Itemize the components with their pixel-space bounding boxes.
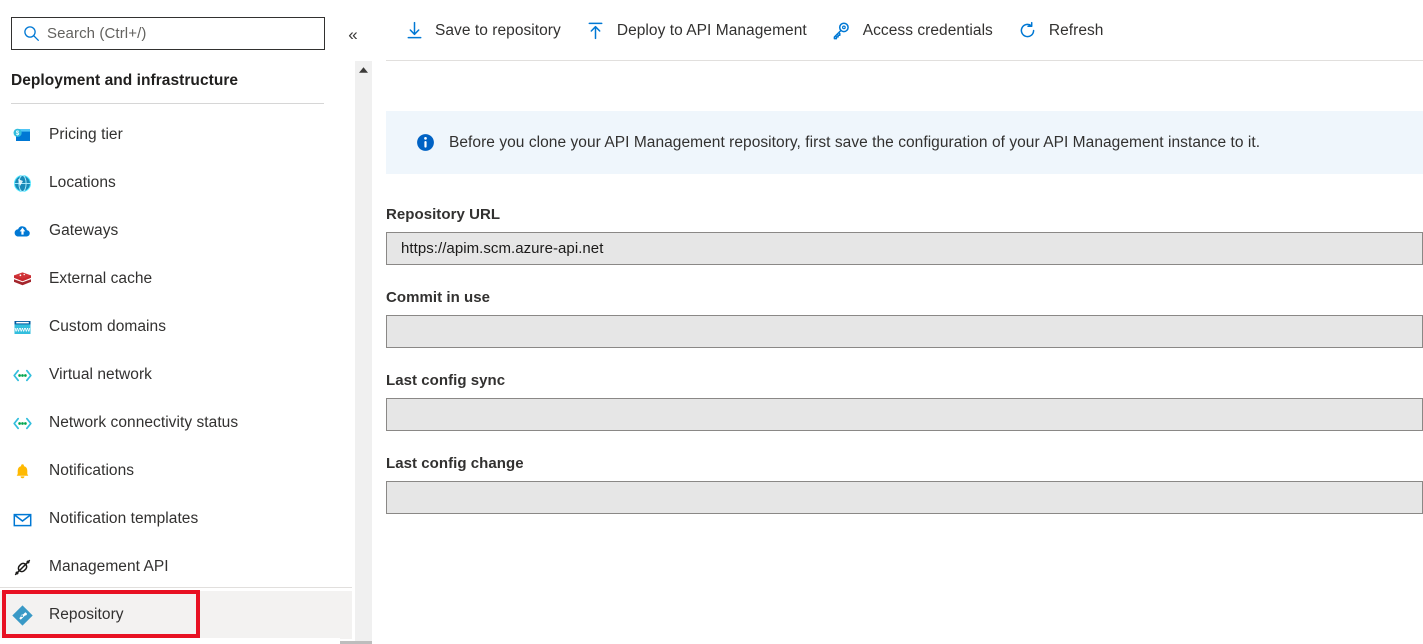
info-banner-text: Before you clone your API Management rep…: [449, 134, 1260, 152]
page-title: Deployment and infrastructure: [11, 72, 323, 90]
refresh-icon: [1017, 20, 1039, 42]
sidebar-item-management-api[interactable]: Management API: [0, 543, 352, 591]
sidebar-item-label: Custom domains: [49, 318, 166, 336]
repository-blade-content: Save to repository Deploy to API Managem…: [378, 0, 1423, 644]
toolbar-button-label: Deploy to API Management: [617, 22, 807, 40]
locations-globe-icon: [11, 172, 33, 194]
sidebar-item-label: Locations: [49, 174, 116, 192]
sidebar-item-virtual-network[interactable]: Virtual network: [0, 351, 352, 399]
info-banner: Before you clone your API Management rep…: [386, 111, 1423, 174]
pricing-tier-icon: $: [11, 124, 33, 146]
svg-text:www: www: [13, 326, 30, 333]
sidebar-scrollbar[interactable]: [355, 61, 372, 644]
sidebar-bottom-spacer: [0, 638, 340, 644]
download-arrow-icon: [403, 20, 425, 42]
custom-domains-www-icon: www: [11, 316, 33, 338]
search-input[interactable]: Search (Ctrl+/): [11, 17, 325, 50]
collapse-menu-button[interactable]: «: [341, 22, 365, 46]
notification-templates-mail-icon: [11, 508, 33, 530]
toolbar-button-label: Refresh: [1049, 22, 1104, 40]
save-to-repository-button[interactable]: Save to repository: [394, 11, 570, 51]
sidebar-item-custom-domains[interactable]: www Custom domains: [0, 303, 352, 351]
gateways-cloud-icon: [11, 220, 33, 242]
sidebar-item-notification-templates[interactable]: Notification templates: [0, 495, 352, 543]
virtual-network-icon: [11, 364, 33, 386]
field-last-config-sync: Last config sync: [386, 372, 1423, 431]
sidebar-item-label: Notifications: [49, 462, 134, 480]
sidebar-bottom-divider: [0, 587, 352, 588]
notifications-bell-icon: [11, 460, 33, 482]
deploy-to-api-management-button[interactable]: Deploy to API Management: [576, 11, 816, 51]
toolbar-button-label: Save to repository: [435, 22, 561, 40]
commit-in-use-input[interactable]: [386, 315, 1423, 348]
field-last-config-change: Last config change: [386, 455, 1423, 514]
access-credentials-button[interactable]: Access credentials: [822, 11, 1002, 51]
last-config-sync-input[interactable]: [386, 398, 1423, 431]
info-circle-icon: [414, 132, 436, 154]
sidebar-search-row: Search (Ctrl+/) «: [0, 0, 378, 60]
sidebar-item-repository[interactable]: Repository: [0, 591, 352, 639]
field-label: Repository URL: [386, 206, 1423, 223]
sidebar-item-gateways[interactable]: Gateways: [0, 207, 352, 255]
field-repository-url: Repository URL https://apim.scm.azure-ap…: [386, 206, 1423, 265]
field-label: Last config sync: [386, 372, 1423, 389]
sidebar-item-external-cache[interactable]: External cache: [0, 255, 352, 303]
azure-portal-page: Search (Ctrl+/) « Deployment and infrast…: [0, 0, 1423, 644]
scroll-up-arrow-icon[interactable]: [355, 61, 372, 78]
key-icon: [831, 20, 853, 42]
repository-git-icon: [11, 604, 33, 626]
toolbar-divider: [386, 60, 1423, 61]
sidebar-item-label: External cache: [49, 270, 152, 288]
sidebar-item-label: Management API: [49, 558, 169, 576]
sidebar-item-network-connectivity-status[interactable]: Network connectivity status: [0, 399, 352, 447]
command-toolbar: Save to repository Deploy to API Managem…: [378, 0, 1423, 61]
toolbar-button-label: Access credentials: [863, 22, 993, 40]
management-api-plug-icon: [11, 556, 33, 578]
repository-url-input[interactable]: https://apim.scm.azure-api.net: [386, 232, 1423, 265]
sidebar-item-pricing-tier[interactable]: $ Pricing tier: [0, 111, 352, 159]
sidebar-item-label: Network connectivity status: [49, 414, 238, 432]
search-placeholder-text: Search (Ctrl+/): [47, 25, 146, 42]
refresh-button[interactable]: Refresh: [1008, 11, 1113, 51]
upload-arrow-icon: [585, 20, 607, 42]
sidebar-nav-list: $ Pricing tier Locations: [0, 111, 352, 639]
field-commit-in-use: Commit in use: [386, 289, 1423, 348]
sidebar-divider: [11, 103, 324, 104]
sidebar-item-label: Virtual network: [49, 366, 152, 384]
sidebar-item-label: Notification templates: [49, 510, 198, 528]
sidebar-item-label: Pricing tier: [49, 126, 123, 144]
sidebar-item-label: Repository: [49, 606, 124, 624]
sidebar-item-locations[interactable]: Locations: [0, 159, 352, 207]
sidebar-item-label: Gateways: [49, 222, 118, 240]
repository-form: Repository URL https://apim.scm.azure-ap…: [386, 206, 1423, 514]
sidebar-item-notifications[interactable]: Notifications: [0, 447, 352, 495]
last-config-change-input[interactable]: [386, 481, 1423, 514]
resource-menu-sidebar: Search (Ctrl+/) « Deployment and infrast…: [0, 0, 378, 644]
field-label: Commit in use: [386, 289, 1423, 306]
network-connectivity-icon: [11, 412, 33, 434]
search-icon: [22, 25, 40, 43]
field-label: Last config change: [386, 455, 1423, 472]
external-cache-redis-icon: [11, 268, 33, 290]
